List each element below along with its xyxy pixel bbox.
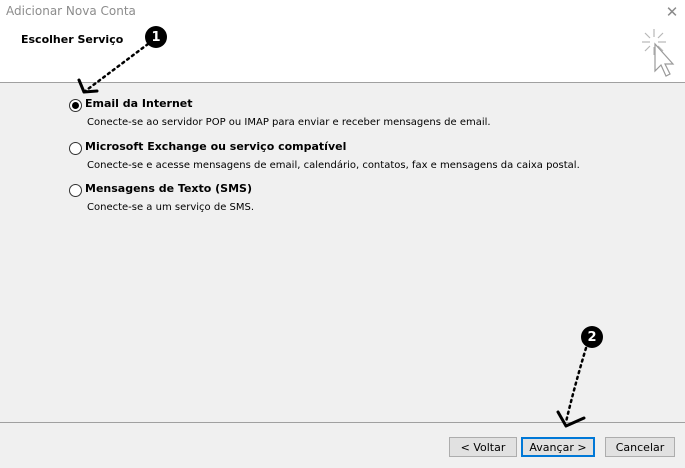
option-description: Conecte-se ao servidor POP ou IMAP para …	[87, 117, 491, 128]
footer-divider	[0, 422, 685, 423]
step-2-badge: 2	[581, 326, 603, 348]
option-label[interactable]: Mensagens de Texto (SMS)	[85, 182, 252, 195]
step-1-badge: 1	[145, 26, 167, 48]
option-label[interactable]: Microsoft Exchange ou serviço compatível	[85, 140, 346, 153]
option-description: Conecte-se a um serviço de SMS.	[87, 202, 255, 213]
section-title: Escolher Serviço	[21, 33, 124, 46]
cancel-button[interactable]: Cancelar	[605, 437, 675, 457]
back-button[interactable]: < Voltar	[449, 437, 517, 457]
window-title: Adicionar Nova Conta	[6, 4, 136, 18]
radio-sms[interactable]	[69, 184, 82, 197]
close-icon[interactable]: ✕	[660, 0, 684, 24]
dialog-header: Adicionar Nova Conta ✕ Escolher Serviço	[0, 0, 685, 83]
radio-microsoft-exchange[interactable]	[69, 142, 82, 155]
radio-email-internet[interactable]	[69, 99, 82, 112]
option-label[interactable]: Email da Internet	[85, 97, 193, 110]
option-description: Conecte-se e acesse mensagens de email, …	[87, 160, 580, 171]
cursor-sparkle-icon	[642, 29, 675, 77]
next-button[interactable]: Avançar >	[521, 437, 595, 457]
